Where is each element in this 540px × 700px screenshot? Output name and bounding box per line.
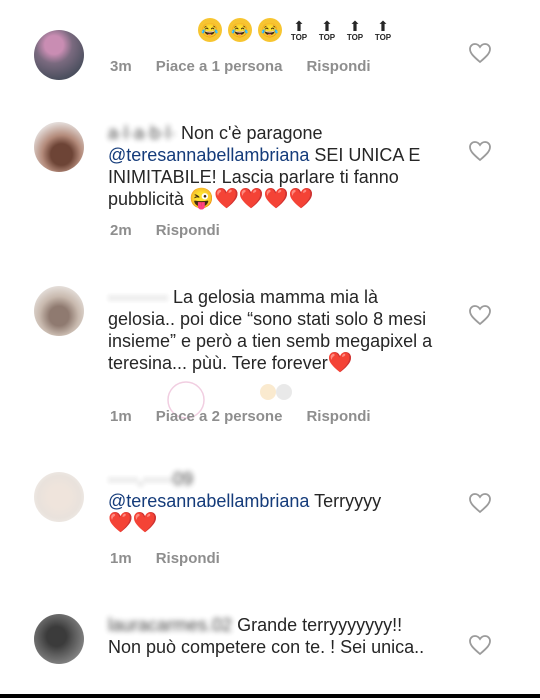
heart-emoji-icon: ❤️ [132, 512, 158, 534]
username[interactable]: ·····.·····09 [108, 469, 193, 489]
mention-link[interactable]: @teresannabellambriana [108, 145, 309, 165]
timestamp: 3m [110, 58, 132, 75]
avatar[interactable] [34, 286, 84, 336]
avatar[interactable] [34, 614, 84, 664]
winking-tongue-emoji-icon: 😜 [189, 188, 214, 210]
top-badge: ⬆ TOP [290, 18, 308, 42]
heart-emoji-icon: ❤️ [213, 188, 239, 210]
heart-outline-icon[interactable] [468, 634, 492, 656]
up-arrow-icon: ⬆ [293, 18, 305, 34]
likes-count[interactable]: Piace a 1 persona [156, 58, 283, 75]
laughing-emoji-icon: 😂 [228, 18, 252, 42]
avatar[interactable] [34, 122, 84, 172]
top-badge: ⬆ TOP [374, 18, 392, 42]
avatar[interactable] [34, 30, 84, 80]
timestamp: 1m [110, 550, 132, 567]
heart-emoji-icon: ❤️ [108, 512, 133, 534]
avatar[interactable] [34, 472, 84, 522]
emoji-row: 😂 😂 😂 ⬆ TOP ⬆ TOP ⬆ TOP ⬆ TOP [198, 18, 394, 42]
comment-meta: 1m Piace a 2 persone Rispondi [110, 408, 371, 425]
username[interactable]: lauracarmes.02 [108, 615, 232, 635]
comment-meta: 3m Piace a 1 persona Rispondi [110, 58, 371, 75]
up-arrow-icon: ⬆ [377, 18, 389, 34]
timestamp: 2m [110, 222, 132, 239]
comment-text: ·········· La gelosia mamma mia là gelos… [108, 287, 433, 374]
heart-emoji-icon: ❤️ [263, 188, 289, 210]
reply-button[interactable]: Rispondi [306, 58, 370, 75]
username[interactable]: ·········· [108, 287, 168, 307]
heart-outline-icon[interactable] [468, 304, 492, 326]
heart-emoji-icon: ❤️ [238, 188, 264, 210]
heart-emoji-icon: ❤️ [327, 352, 353, 374]
comment-text: ·····.·····09 @teresannabellambriana Ter… [108, 469, 382, 534]
reply-button[interactable]: Rispondi [156, 550, 220, 567]
top-badge: ⬆ TOP [318, 18, 336, 42]
heart-outline-icon[interactable] [468, 492, 492, 514]
heart-outline-icon[interactable] [468, 140, 492, 162]
comment-meta: 1m Rispondi [110, 550, 220, 567]
bottom-border [0, 694, 540, 698]
comment-text: a·l·a·b·l· Non c'è paragone @teresannabe… [108, 123, 421, 210]
up-arrow-icon: ⬆ [321, 18, 333, 34]
mention-link[interactable]: @teresannabellambriana [108, 491, 309, 511]
likes-count[interactable]: Piace a 2 persone [156, 408, 283, 425]
reply-button[interactable]: Rispondi [306, 408, 370, 425]
up-arrow-icon: ⬆ [349, 18, 361, 34]
laughing-emoji-icon: 😂 [258, 18, 282, 42]
heart-emoji-icon: ❤️ [288, 188, 314, 210]
username[interactable]: a·l·a·b·l· [108, 123, 176, 143]
comment-meta: 2m Rispondi [110, 222, 220, 239]
reply-button[interactable]: Rispondi [156, 222, 220, 239]
heart-outline-icon[interactable] [468, 42, 492, 64]
comment-text: lauracarmes.02 Grande terryyyyyyy!! Non … [108, 615, 425, 657]
top-badge: ⬆ TOP [346, 18, 364, 42]
timestamp: 1m [110, 408, 132, 425]
laughing-emoji-icon: 😂 [198, 18, 222, 42]
